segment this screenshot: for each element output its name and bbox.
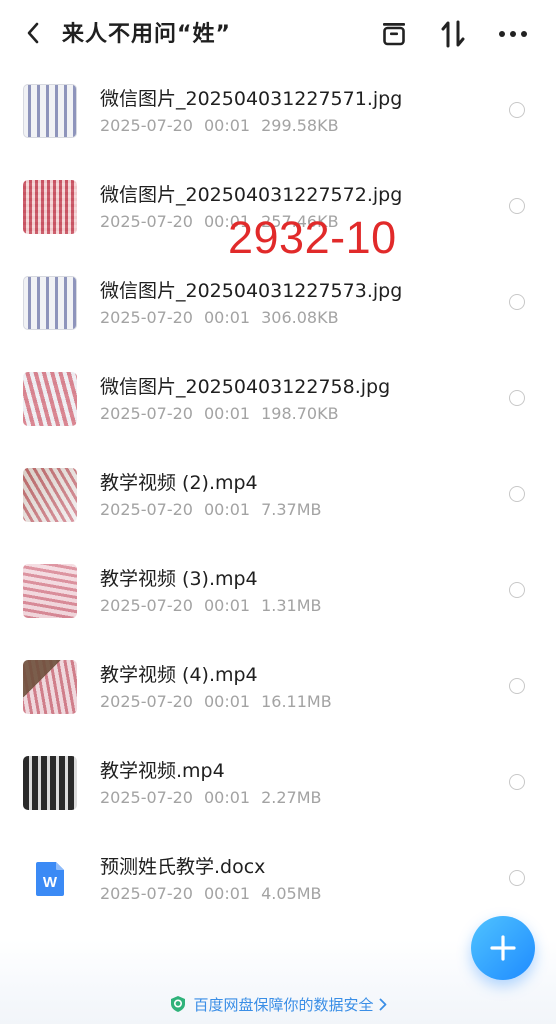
file-size: 16.11MB — [261, 692, 332, 711]
file-size: 299.58KB — [261, 116, 339, 135]
file-date: 2025-07-20 — [100, 404, 193, 423]
image-thumbnail — [23, 180, 77, 234]
select-radio[interactable] — [509, 390, 525, 406]
word-doc-icon: W — [23, 852, 77, 906]
select-radio[interactable] — [509, 102, 525, 118]
video-thumbnail — [23, 756, 77, 810]
file-meta: 2025-07-20 00:01 4.05MB — [100, 884, 322, 903]
file-name: 预测姓氏教学.docx — [100, 856, 266, 878]
file-name: 教学视频 (3).mp4 — [100, 568, 258, 590]
chevron-right-icon — [379, 998, 387, 1011]
file-meta: 2025-07-20 00:01 1.31MB — [100, 596, 322, 615]
file-date: 2025-07-20 — [100, 788, 193, 807]
file-size: 1.31MB — [261, 596, 322, 615]
select-radio[interactable] — [509, 774, 525, 790]
file-time: 00:01 — [203, 596, 251, 615]
file-time: 00:01 — [203, 788, 251, 807]
select-radio[interactable] — [509, 582, 525, 598]
image-thumbnail — [23, 276, 77, 330]
file-row[interactable]: 教学视频 (4).mp4 2025-07-20 00:01 16.11MB — [0, 638, 556, 734]
file-date: 2025-07-20 — [100, 308, 193, 327]
file-name: 微信图片_202504031227572.jpg — [100, 184, 403, 206]
plus-icon — [490, 935, 516, 961]
more-button[interactable] — [497, 18, 529, 50]
watermark-text: 2932-10 — [228, 212, 397, 263]
file-row[interactable]: 教学视频 (3).mp4 2025-07-20 00:01 1.31MB — [0, 542, 556, 638]
file-row[interactable]: 教学视频 (2).mp4 2025-07-20 00:01 7.37MB — [0, 446, 556, 542]
svg-text:W: W — [43, 874, 58, 891]
add-button[interactable] — [471, 916, 535, 980]
file-meta: 2025-07-20 00:01 299.58KB — [100, 116, 339, 135]
file-name: 教学视频 (2).mp4 — [100, 472, 258, 494]
select-radio[interactable] — [509, 870, 525, 886]
file-meta: 2025-07-20 00:01 306.08KB — [100, 308, 339, 327]
file-date: 2025-07-20 — [100, 116, 193, 135]
file-time: 00:01 — [203, 404, 251, 423]
file-row[interactable]: W 预测姓氏教学.docx 2025-07-20 00:01 4.05MB — [0, 830, 556, 926]
file-name: 微信图片_20250403122758.jpg — [100, 376, 391, 398]
sort-button[interactable] — [437, 18, 469, 50]
archive-icon — [383, 23, 405, 46]
file-time: 00:01 — [203, 500, 251, 519]
file-meta: 2025-07-20 00:01 198.70KB — [100, 404, 339, 423]
select-radio[interactable] — [509, 294, 525, 310]
file-meta: 2025-07-20 00:01 7.37MB — [100, 500, 322, 519]
file-name: 微信图片_202504031227571.jpg — [100, 88, 403, 110]
file-date: 2025-07-20 — [100, 212, 193, 231]
file-row[interactable]: 微信图片_20250403122758.jpg 2025-07-20 00:01 1… — [0, 350, 556, 446]
file-date: 2025-07-20 — [100, 692, 193, 711]
video-thumbnail — [23, 564, 77, 618]
file-size: 7.37MB — [261, 500, 322, 519]
file-name: 教学视频.mp4 — [100, 760, 225, 782]
top-bar: 来人不用问“姓” — [0, 0, 556, 64]
video-thumbnail — [23, 660, 77, 714]
file-size: 306.08KB — [261, 308, 339, 327]
back-button[interactable] — [18, 18, 48, 48]
file-row[interactable]: 微信图片_202504031227573.jpg 2025-07-20 00:01… — [0, 254, 556, 350]
select-radio[interactable] — [509, 198, 525, 214]
video-thumbnail — [23, 468, 77, 522]
file-size: 2.27MB — [261, 788, 322, 807]
chevron-left-icon — [27, 22, 39, 44]
file-size: 198.70KB — [261, 404, 339, 423]
select-radio[interactable] — [509, 678, 525, 694]
page-title: 来人不用问“姓” — [62, 22, 231, 47]
file-time: 00:01 — [203, 116, 251, 135]
file-date: 2025-07-20 — [100, 884, 193, 903]
file-size: 4.05MB — [261, 884, 322, 903]
file-list-page: 来人不用问“姓” 微信图片_202504031227571.jpg 2025-0… — [0, 0, 556, 1024]
image-thumbnail — [23, 84, 77, 138]
more-icon — [499, 31, 527, 37]
file-meta: 2025-07-20 00:01 16.11MB — [100, 692, 332, 711]
select-radio[interactable] — [509, 486, 525, 502]
file-name: 微信图片_202504031227573.jpg — [100, 280, 403, 302]
file-time: 00:01 — [203, 692, 251, 711]
security-banner[interactable]: 百度网盘保障你的数据安全 — [0, 990, 556, 1018]
file-date: 2025-07-20 — [100, 500, 193, 519]
file-row[interactable]: 教学视频.mp4 2025-07-20 00:01 2.27MB — [0, 734, 556, 830]
file-date: 2025-07-20 — [100, 596, 193, 615]
file-time: 00:01 — [203, 884, 251, 903]
shield-icon — [169, 995, 187, 1013]
archive-button[interactable] — [378, 18, 410, 50]
image-thumbnail — [23, 372, 77, 426]
security-text: 百度网盘保障你的数据安全 — [193, 995, 374, 1014]
file-time: 00:01 — [203, 308, 251, 327]
sort-icon — [441, 20, 465, 48]
file-name: 教学视频 (4).mp4 — [100, 664, 258, 686]
file-meta: 2025-07-20 00:01 2.27MB — [100, 788, 322, 807]
file-row[interactable]: 微信图片_202504031227571.jpg 2025-07-20 00:01… — [0, 62, 556, 158]
